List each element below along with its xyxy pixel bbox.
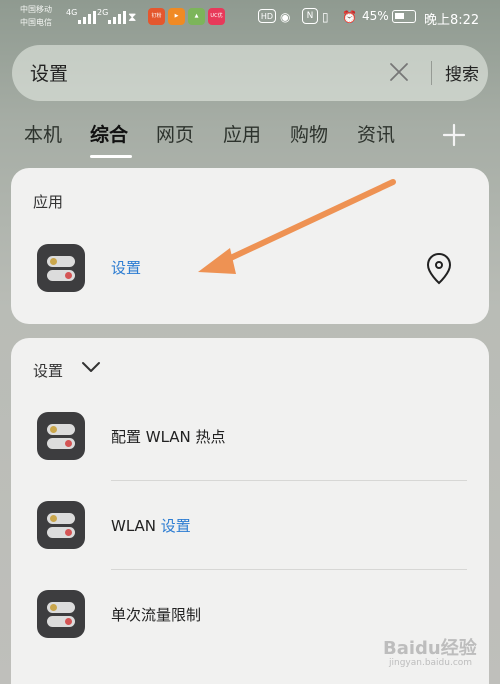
row-divider — [111, 480, 467, 481]
settings-item-icon[interactable] — [37, 412, 85, 460]
hd-icon: HD — [258, 9, 276, 23]
tab-apps[interactable]: 应用 — [223, 120, 261, 147]
watermark-brand: Baidu经验 — [383, 638, 477, 659]
shopping-app-icon: UC优选 — [208, 8, 225, 25]
battery-percent: 45% — [362, 9, 389, 23]
status-bar: 中国移动 中国电信 4G 2G ⧗ 钉粉 ▶ ▲ UC优选 HD ◉ N ▯ ⏰… — [0, 0, 500, 34]
settings-item-icon[interactable] — [37, 501, 85, 549]
battery-icon — [392, 10, 416, 23]
clear-icon[interactable] — [387, 60, 411, 84]
settings-item-hotspot[interactable]: 配置 WLAN 热点 — [111, 426, 226, 447]
row-divider — [111, 569, 467, 570]
wlan-label-highlight: 设置 — [160, 517, 191, 535]
active-tab-indicator — [90, 155, 132, 158]
hourglass-icon: ⧗ — [128, 10, 137, 24]
chevron-down-icon[interactable] — [81, 360, 101, 374]
settings-app-icon[interactable] — [37, 244, 85, 292]
carrier-2: 中国电信 — [20, 18, 52, 27]
toggle-icon — [47, 270, 75, 281]
add-tab-icon[interactable] — [441, 122, 467, 148]
search-button[interactable]: 搜索 — [445, 60, 479, 85]
next-result-card — [11, 678, 489, 684]
tab-web[interactable]: 网页 — [156, 120, 194, 147]
image-app-icon: ▲ — [188, 8, 205, 25]
apps-result-card: 应用 设置 — [11, 168, 489, 324]
carrier-labels: 中国移动 中国电信 — [20, 3, 52, 29]
watermark-url: jingyan.baidu.com — [389, 658, 473, 668]
network-type-1: 4G — [66, 8, 78, 17]
settings-app-label[interactable]: 设置 — [111, 257, 141, 278]
settings-item-wlan[interactable]: WLAN 设置 — [111, 515, 191, 536]
search-input[interactable]: 设置 — [30, 59, 68, 86]
settings-section-title[interactable]: 设置 — [33, 360, 63, 381]
tab-news[interactable]: 资讯 — [357, 120, 395, 147]
eye-icon: ◉ — [280, 10, 291, 24]
tab-shopping[interactable]: 购物 — [290, 120, 328, 147]
toggle-icon — [47, 616, 75, 627]
alarm-off-icon: ⏰ — [342, 10, 357, 24]
nfc-icon: N — [302, 8, 318, 24]
wlan-label-prefix: WLAN — [111, 517, 161, 535]
vibrate-icon: ▯ — [322, 10, 329, 24]
tab-all[interactable]: 综合 — [90, 120, 128, 147]
network-type-2: 2G — [97, 8, 109, 17]
tab-local[interactable]: 本机 — [24, 120, 62, 147]
settings-item-data-limit[interactable]: 单次流量限制 — [111, 604, 201, 625]
search-bar: 设置 搜索 — [12, 45, 488, 101]
toggle-icon — [47, 256, 75, 267]
baidu-jingyan-watermark: Baidu经验 jingyan.baidu.com — [383, 628, 493, 674]
signal-icon — [108, 10, 126, 24]
apps-section-title: 应用 — [33, 193, 64, 211]
tab-bar: 本机 综合 网页 应用 购物 资讯 — [0, 118, 500, 160]
clock: 晚上8:22 — [424, 13, 480, 28]
settings-item-icon[interactable] — [37, 590, 85, 638]
toggle-icon — [47, 527, 75, 538]
carrier-1: 中国移动 — [20, 5, 52, 14]
toggle-icon — [47, 438, 75, 449]
toggle-icon — [47, 424, 75, 435]
video-app-icon: ▶ — [168, 8, 185, 25]
toggle-icon — [47, 602, 75, 613]
toggle-icon — [47, 513, 75, 524]
signal-icon — [78, 10, 96, 24]
app-notification-icon: 钉粉 — [148, 8, 165, 25]
search-divider — [431, 61, 432, 85]
location-pin-icon[interactable] — [426, 252, 452, 286]
